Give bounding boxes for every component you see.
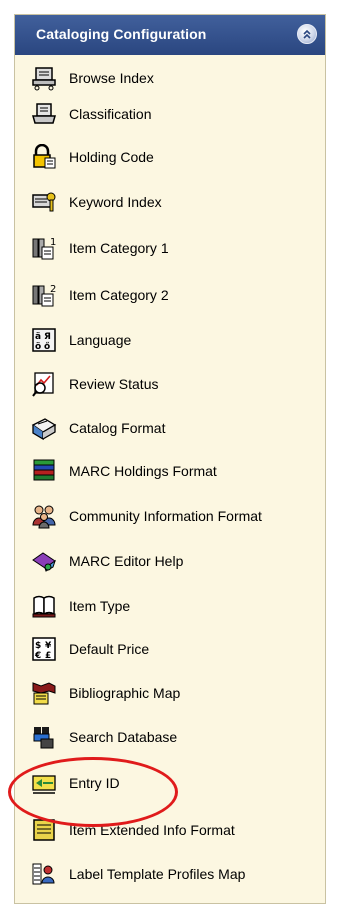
menu-item-label: Default Price [69, 641, 150, 657]
menu-item-review-status[interactable]: Review Status [31, 369, 321, 399]
menu-item-label: Label Template Profiles Map [69, 866, 246, 882]
svg-text:ö: ö [35, 342, 41, 352]
menu-item-browse-index[interactable]: Browse Index [31, 63, 321, 93]
community-information-format-icon [32, 505, 56, 529]
menu-item-community-information-format[interactable]: Community Information Format [31, 501, 321, 531]
default-price-icon: $ ¥ € £ [32, 637, 56, 661]
svg-text:£: £ [45, 651, 51, 661]
browse-index-icon [32, 67, 56, 91]
menu-item-label: Search Database [69, 729, 178, 745]
svg-text:ő: ő [44, 342, 50, 352]
menu-item-item-category-2[interactable]: 2 Item Category 2 [31, 280, 321, 310]
svg-text:1: 1 [50, 237, 56, 248]
menu-item-label: Browse Index [69, 70, 154, 86]
svg-text:2: 2 [50, 284, 56, 295]
classification-icon [32, 103, 56, 124]
svg-text:Я: Я [44, 332, 51, 342]
bibliographic-map-icon [32, 682, 56, 705]
label-template-profiles-map-icon [32, 863, 55, 885]
language-icon: ä Я ö ő [32, 328, 56, 352]
menu-item-marc-holdings-format[interactable]: MARC Holdings Format [31, 456, 321, 486]
menu-item-language[interactable]: ä Я ö ő Language [31, 325, 321, 355]
marc-holdings-format-icon [33, 459, 55, 481]
menu-item-label: Item Category 2 [69, 287, 169, 303]
panel-header: Cataloging Configuration [15, 15, 325, 55]
menu-item-label: Language [69, 332, 132, 348]
menu-item-label: Item Category 1 [69, 240, 169, 256]
menu-item-label: Catalog Format [69, 420, 166, 436]
search-database-icon [33, 727, 54, 749]
collapse-button[interactable] [297, 24, 317, 44]
keyword-index-icon [32, 192, 56, 212]
menu-item-classification[interactable]: Classification [31, 99, 321, 129]
menu-item-label: Community Information Format [69, 508, 262, 524]
menu-item-label: MARC Editor Help [69, 553, 184, 569]
review-status-icon [32, 372, 54, 397]
menu-item-keyword-index[interactable]: Keyword Index [31, 187, 321, 217]
panel-title: Cataloging Configuration [36, 26, 207, 42]
menu-item-item-type[interactable]: Item Type [31, 591, 321, 621]
menu-item-holding-code[interactable]: Holding Code [31, 142, 321, 172]
item-category-1-icon: 1 [32, 237, 56, 260]
double-chevron-up-icon [303, 29, 311, 39]
menu-item-label: MARC Holdings Format [69, 463, 217, 479]
menu-item-label: Keyword Index [69, 194, 162, 210]
marc-editor-help-icon [32, 552, 56, 572]
menu-item-label: Bibliographic Map [69, 685, 181, 701]
svg-text:ä: ä [35, 332, 41, 342]
menu-item-label: Classification [69, 106, 152, 122]
menu-item-label: Review Status [69, 376, 159, 392]
menu-item-marc-editor-help[interactable]: MARC Editor Help [31, 546, 321, 576]
catalog-format-icon [31, 418, 57, 441]
menu-item-item-category-1[interactable]: 1 Item Category 1 [31, 233, 321, 263]
menu-item-label: Holding Code [69, 149, 154, 165]
svg-text:$: $ [35, 641, 41, 651]
menu-item-catalog-format[interactable]: Catalog Format [31, 413, 321, 443]
item-category-2-icon: 2 [32, 284, 56, 307]
highlight-ring-annotation [8, 757, 178, 827]
svg-text:¥: ¥ [45, 641, 52, 651]
menu-item-bibliographic-map[interactable]: Bibliographic Map [31, 678, 321, 708]
menu-item-search-database[interactable]: Search Database [31, 722, 321, 752]
menu-item-default-price[interactable]: $ ¥ € £ Default Price [31, 634, 321, 664]
holding-code-icon [33, 144, 56, 169]
menu-item-label-template-profiles-map[interactable]: Label Template Profiles Map [31, 859, 321, 889]
menu-item-label: Item Type [69, 598, 131, 614]
item-type-icon [32, 595, 56, 618]
svg-text:€: € [34, 651, 41, 661]
